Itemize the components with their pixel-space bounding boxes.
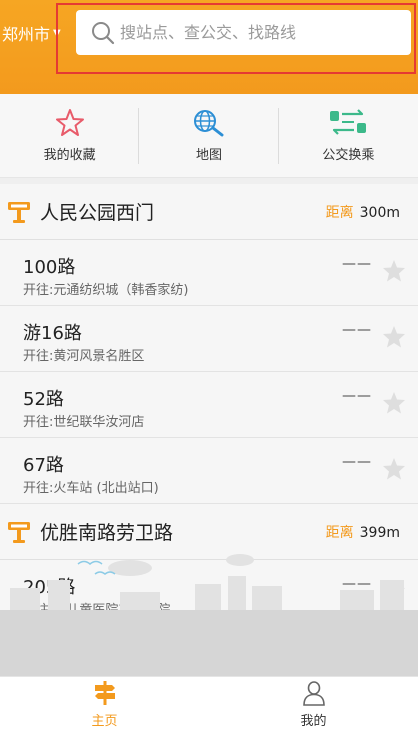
route-row[interactable]: 游16路 开往:黄河风景名胜区 —— <box>0 306 418 372</box>
station-header[interactable]: 人民公园西门 距离 300m <box>0 184 418 240</box>
favorite-star-icon[interactable] <box>382 259 406 283</box>
route-destination: 开往:市儿童医院东区医院 <box>23 599 170 610</box>
route-destination: 开往:世纪联华汝河店 <box>23 415 145 430</box>
route-destination: 开往:黄河风景名胜区 <box>23 349 145 364</box>
route-eta: —— <box>342 576 372 592</box>
bus-transfer-icon <box>330 109 367 135</box>
star-icon <box>55 109 84 136</box>
route-row[interactable]: 205路 开往:市儿童医院东区医院 —— <box>0 560 418 610</box>
route-eta: —— <box>342 256 372 272</box>
signpost-icon <box>94 681 115 705</box>
caret-down-icon: ▼ <box>53 27 61 39</box>
tab-home[interactable]: 主页 <box>0 677 209 732</box>
feature-label: 地图 <box>195 148 222 163</box>
distance-value: 300m <box>359 204 400 221</box>
favorite-star-icon[interactable] <box>382 579 406 603</box>
station-list[interactable]: 人民公园西门 距离 300m 100路 开往:元通纺织城（韩香家纺) —— 游16… <box>0 184 418 610</box>
bus-stop-icon <box>8 201 30 223</box>
tab-label: 我的 <box>300 714 327 729</box>
feature-label: 我的收藏 <box>43 148 96 163</box>
bottom-tab-bar: 主页 我的 <box>0 676 418 732</box>
search-input[interactable] <box>120 23 400 42</box>
distance-label: 距离 <box>325 524 354 541</box>
station-name: 优胜南路劳卫路 <box>40 522 174 544</box>
route-destination: 开往:火车站 (北出站口) <box>23 481 159 496</box>
user-icon <box>302 681 325 706</box>
feature-favorites[interactable]: 我的收藏 <box>0 94 140 177</box>
globe-search-icon <box>193 110 224 137</box>
station-name: 人民公园西门 <box>40 202 155 224</box>
search-icon <box>92 21 115 44</box>
tab-mine[interactable]: 我的 <box>209 677 418 732</box>
search-box[interactable] <box>76 10 411 55</box>
feature-label: 公交换乘 <box>322 148 375 163</box>
station-distance: 距离 399m <box>326 522 400 542</box>
route-eta: —— <box>342 454 372 470</box>
distance-label: 距离 <box>325 204 354 221</box>
route-row[interactable]: 67路 开往:火车站 (北出站口) —— <box>0 438 418 504</box>
station-distance: 距离 300m <box>326 202 400 222</box>
favorite-star-icon[interactable] <box>382 457 406 481</box>
route-name: 205路 <box>23 577 76 598</box>
city-selector[interactable]: 郑州市 ▼ <box>2 22 61 44</box>
favorite-star-icon[interactable] <box>382 391 406 415</box>
header-bar: 郑州市 ▼ <box>0 0 418 94</box>
route-name: 游16路 <box>23 323 82 344</box>
route-row[interactable]: 100路 开往:元通纺织城（韩香家纺) —— <box>0 240 418 306</box>
bus-stop-icon <box>8 521 30 543</box>
tab-label: 主页 <box>91 714 118 729</box>
feature-map[interactable]: 地图 <box>139 94 279 177</box>
distance-value: 399m <box>359 524 400 541</box>
route-row[interactable]: 52路 开往:世纪联华汝河店 —— <box>0 372 418 438</box>
feature-bar: 我的收藏 地图 公交换乘 <box>0 94 418 178</box>
route-name: 67路 <box>23 455 64 476</box>
route-eta: —— <box>342 322 372 338</box>
city-label: 郑州市 <box>2 25 51 44</box>
route-name: 52路 <box>23 389 64 410</box>
favorite-star-icon[interactable] <box>382 325 406 349</box>
route-eta: —— <box>342 388 372 404</box>
route-name: 100路 <box>23 257 76 278</box>
station-header[interactable]: 优胜南路劳卫路 距离 399m <box>0 504 418 560</box>
route-destination: 开往:元通纺织城（韩香家纺) <box>23 283 189 298</box>
feature-transfer[interactable]: 公交换乘 <box>279 94 418 177</box>
